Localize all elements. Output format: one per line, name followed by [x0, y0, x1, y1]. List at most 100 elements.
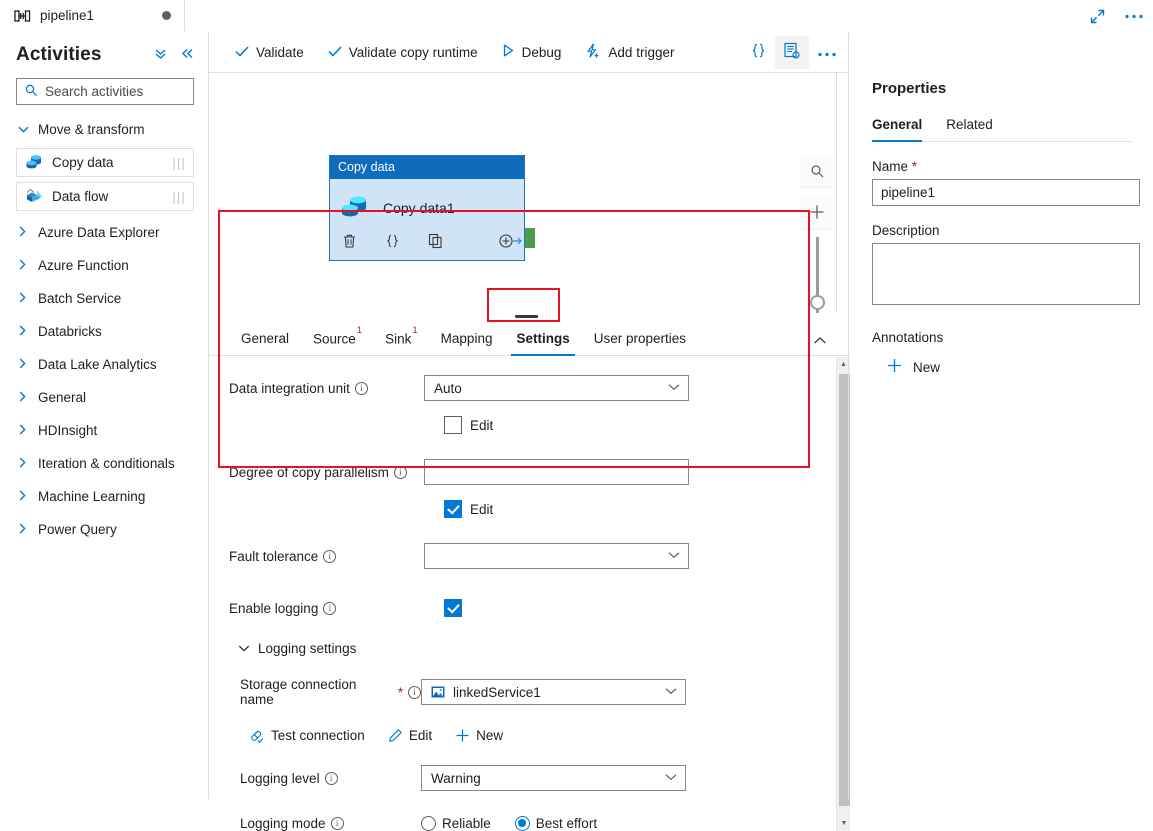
sidebar-group-label: Machine Learning: [38, 489, 145, 504]
search-activities-box[interactable]: [16, 78, 194, 105]
tab-source[interactable]: Source1: [301, 330, 373, 356]
window-actions: [1090, 0, 1143, 32]
ellipsis-icon: [818, 45, 836, 60]
sidebar-group-iteration-conditionals[interactable]: Iteration & conditionals: [0, 447, 208, 480]
fault-tolerance-dropdown[interactable]: [424, 543, 689, 569]
sidebar-group-machine-learning[interactable]: Machine Learning: [0, 480, 208, 513]
tab-mapping[interactable]: Mapping: [429, 331, 505, 355]
copy-data-activity-node[interactable]: Copy data Copy data1: [329, 155, 525, 261]
info-icon[interactable]: i: [331, 817, 344, 830]
chevron-down-icon: [238, 641, 250, 656]
debug-button[interactable]: Debug: [490, 36, 574, 69]
info-icon[interactable]: i: [325, 772, 338, 785]
reliable-label: Reliable: [442, 816, 491, 831]
tab-badge: 1: [412, 325, 417, 336]
storage-connection-name-dropdown[interactable]: linkedService1: [421, 679, 686, 705]
add-trigger-label: Add trigger: [608, 45, 674, 60]
toolbar-more-button[interactable]: [809, 36, 845, 69]
activity-data-flow[interactable]: Data flow |||: [16, 182, 194, 211]
node-body: Copy data1: [330, 179, 524, 231]
degree-of-copy-parallelism-input[interactable]: [424, 459, 689, 485]
data-integration-unit-dropdown[interactable]: Auto: [424, 375, 689, 401]
search-input[interactable]: [45, 84, 185, 99]
degree-of-copy-parallelism-edit-checkbox[interactable]: [444, 500, 462, 518]
tab-general[interactable]: General: [229, 331, 301, 355]
sidebar-group-azure-function[interactable]: Azure Function: [0, 249, 208, 282]
pipeline-properties-button[interactable]: [775, 36, 809, 69]
add-output-icon[interactable]: [499, 233, 523, 252]
zoom-in-button[interactable]: [801, 197, 833, 229]
sidebar-group-label: Azure Data Explorer: [38, 225, 160, 240]
info-icon[interactable]: i: [323, 550, 336, 563]
info-icon[interactable]: i: [355, 382, 368, 395]
sidebar-group-data-lake-analytics[interactable]: Data Lake Analytics: [0, 348, 208, 381]
node-name-label: Copy data1: [383, 200, 455, 216]
pipeline-description-textarea[interactable]: [872, 243, 1140, 305]
sidebar-group-power-query[interactable]: Power Query: [0, 513, 208, 546]
info-icon[interactable]: i: [394, 466, 407, 479]
info-icon[interactable]: i: [408, 686, 421, 699]
zoom-to-fit-icon[interactable]: [801, 155, 833, 187]
activity-copy-data[interactable]: Copy data |||: [16, 148, 194, 177]
zoom-slider-handle[interactable]: [810, 295, 825, 310]
sidebar-group-azure-data-explorer[interactable]: Azure Data Explorer: [0, 216, 208, 249]
code-view-button[interactable]: [741, 36, 775, 69]
properties-tab-general[interactable]: General: [872, 117, 922, 141]
chevron-down-icon: [668, 382, 680, 394]
required-asterisk: *: [912, 159, 917, 174]
drag-grip-icon[interactable]: |||: [172, 189, 186, 204]
validate-label: Validate: [256, 45, 304, 60]
enable-logging-checkbox[interactable]: [444, 599, 462, 617]
chevron-down-icon: [18, 123, 29, 137]
storage-connection-name-row: Storage connection name * i linkedServic…: [209, 677, 836, 707]
double-chevron-left-icon[interactable]: [180, 47, 194, 63]
search-icon: [25, 84, 38, 100]
validate-copy-runtime-button[interactable]: Validate copy runtime: [316, 36, 490, 69]
code-icon[interactable]: [385, 233, 400, 252]
best-effort-radio[interactable]: [515, 816, 530, 831]
new-connection-button[interactable]: New: [455, 728, 503, 743]
panel-splitter-handle[interactable]: [209, 313, 849, 321]
scroll-down-arrow[interactable]: ▼: [837, 816, 851, 831]
sidebar-group-label: Iteration & conditionals: [38, 456, 175, 471]
add-annotation-button[interactable]: New: [886, 357, 1131, 377]
info-icon[interactable]: i: [323, 602, 336, 615]
properties-tabs: General Related: [872, 117, 1131, 142]
delete-icon[interactable]: [342, 233, 357, 252]
sidebar-group-hdinsight[interactable]: HDInsight: [0, 414, 208, 447]
pipeline-name-input[interactable]: [872, 179, 1140, 206]
tab-sink[interactable]: Sink1: [373, 330, 429, 356]
logging-mode-best-effort-option[interactable]: Best effort: [515, 816, 597, 831]
label-text: Logging mode: [240, 816, 326, 831]
clone-icon[interactable]: [428, 233, 443, 252]
reliable-radio[interactable]: [421, 816, 436, 831]
ellipsis-icon[interactable]: [1125, 14, 1143, 19]
sidebar-group-general[interactable]: General: [0, 381, 208, 414]
sidebar-group-batch-service[interactable]: Batch Service: [0, 282, 208, 315]
double-chevron-down-icon[interactable]: [153, 47, 168, 63]
sidebar-group-databricks[interactable]: Databricks: [0, 315, 208, 348]
edit-connection-button[interactable]: Edit: [388, 728, 432, 743]
sidebar-group-move-transform[interactable]: Move & transform: [0, 113, 208, 146]
chevron-up-icon[interactable]: [813, 333, 827, 355]
logging-level-dropdown[interactable]: Warning: [421, 765, 686, 791]
pipeline-tab[interactable]: pipeline1: [0, 0, 185, 32]
data-integration-unit-edit-checkbox[interactable]: [444, 416, 462, 434]
logging-mode-reliable-option[interactable]: Reliable: [421, 816, 491, 831]
properties-tab-related[interactable]: Related: [946, 117, 993, 141]
chevron-right-icon: [18, 325, 29, 339]
label-text: Fault tolerance: [229, 549, 318, 564]
logging-settings-group-toggle[interactable]: Logging settings: [209, 634, 836, 662]
test-connection-button[interactable]: Test connection: [249, 728, 365, 743]
enable-logging-label: Enable logging i: [229, 601, 444, 616]
tab-settings[interactable]: Settings: [504, 331, 581, 355]
properties-panel: Properties General Related Name * Descri…: [850, 32, 1153, 799]
drag-grip-icon[interactable]: |||: [172, 155, 186, 170]
tab-user-properties[interactable]: User properties: [582, 331, 698, 355]
add-trigger-button[interactable]: Add trigger: [573, 36, 686, 69]
pipeline-canvas[interactable]: Copy data Copy data1: [209, 73, 836, 313]
edit-label: Edit: [470, 502, 493, 517]
validate-button[interactable]: Validate: [223, 36, 316, 69]
expand-diagonal-icon[interactable]: [1090, 9, 1105, 24]
activity-tabs: General Source1 Sink1 Mapping Settings U…: [209, 321, 849, 356]
